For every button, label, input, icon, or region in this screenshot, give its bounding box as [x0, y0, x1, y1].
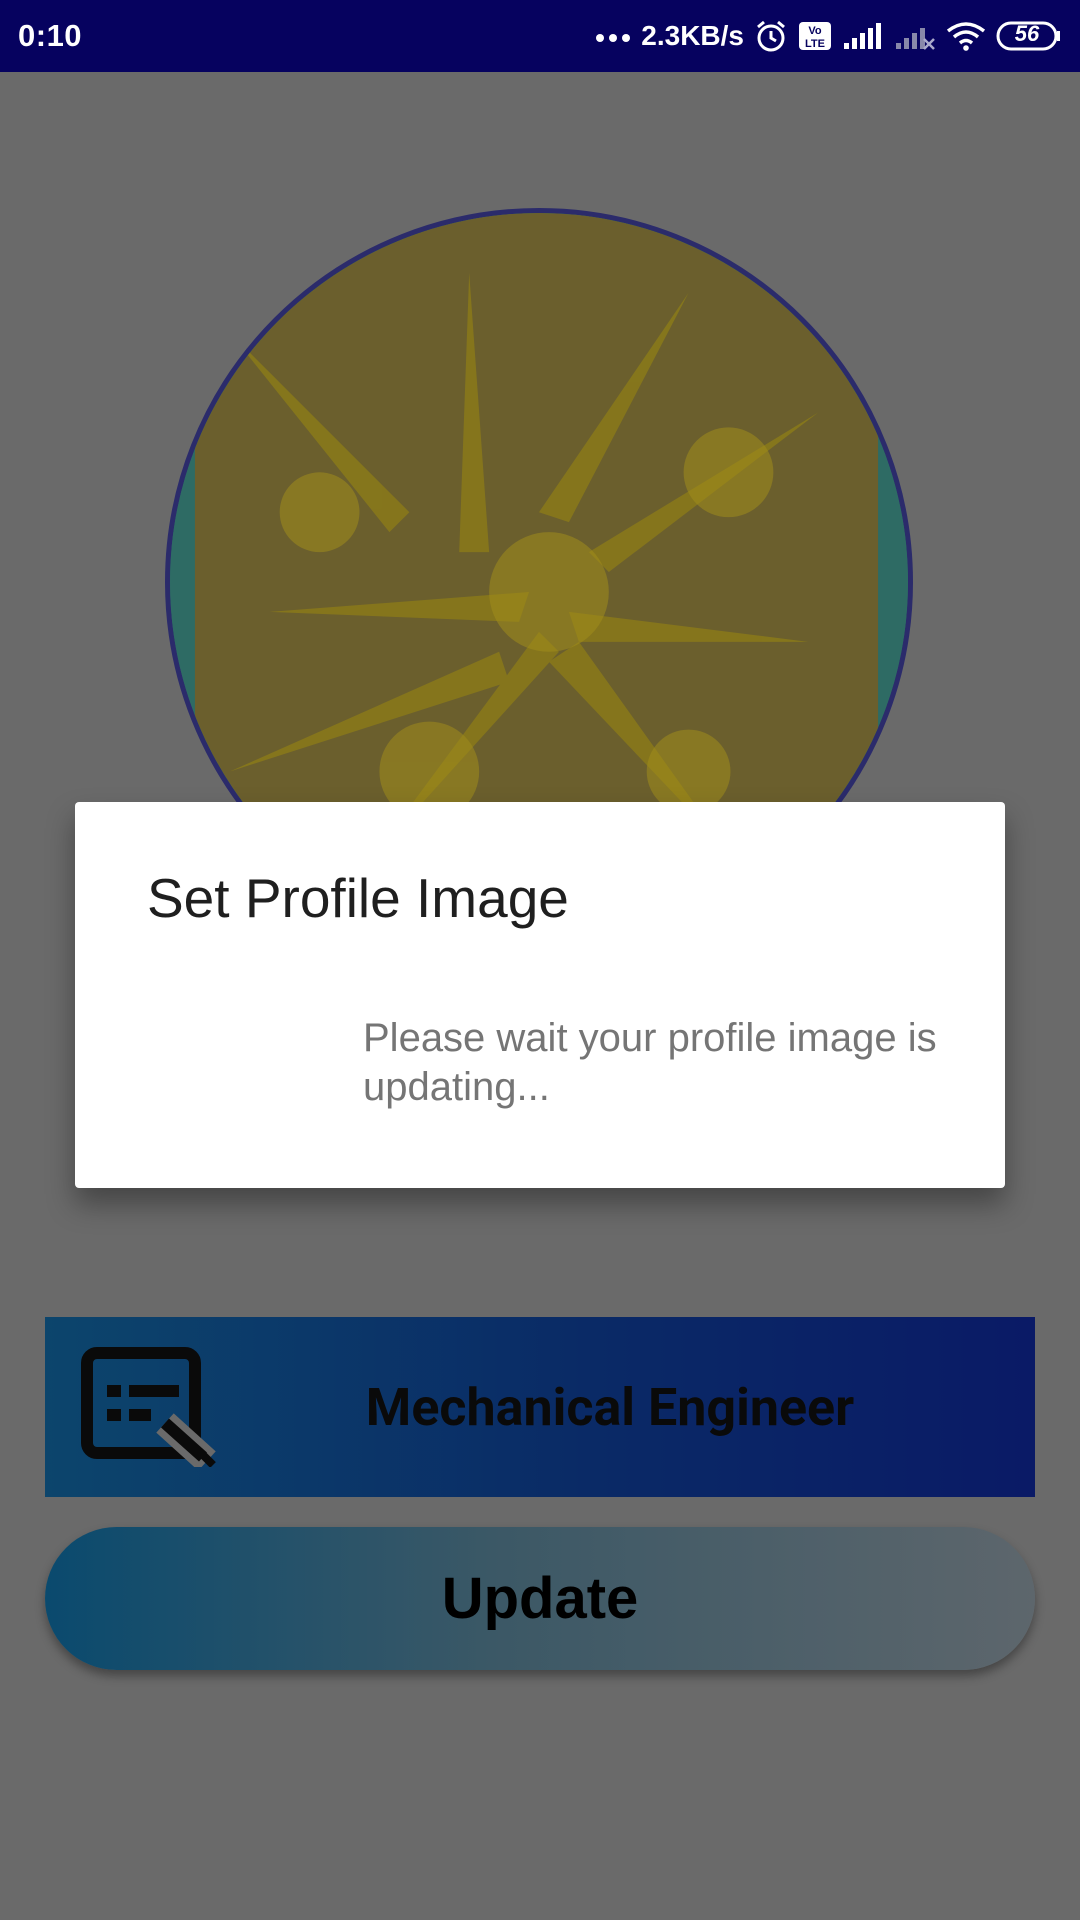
svg-text:Vo: Vo	[808, 25, 822, 37]
more-dots-icon	[595, 30, 631, 42]
alarm-icon	[754, 19, 788, 53]
progress-spinner	[167, 1007, 297, 1137]
progress-dialog: Set Profile Image Please wait your profi…	[75, 802, 1005, 1188]
volte-icon: Vo LTE	[798, 21, 832, 51]
dialog-title: Set Profile Image	[147, 867, 569, 929]
profession-text: Mechanical Engineer	[365, 1376, 855, 1438]
status-icons: 2.3KB/s Vo LTE 56	[595, 19, 1062, 53]
update-button[interactable]: Update	[45, 1527, 1035, 1670]
battery-icon: 56	[996, 20, 1062, 52]
status-bar: 0:10 2.3KB/s Vo LTE 56	[0, 0, 1080, 72]
battery-level: 56	[1014, 21, 1040, 46]
net-speed: 2.3KB/s	[641, 20, 744, 51]
svg-text:LTE: LTE	[805, 38, 825, 50]
profession-row[interactable]: Mechanical Engineer	[45, 1317, 1035, 1497]
status-time: 0:10	[18, 18, 83, 53]
wifi-icon	[946, 21, 986, 51]
dialog-message: Please wait your profile image is updati…	[363, 1016, 937, 1109]
signal-off-icon	[894, 21, 936, 51]
signal-icon	[842, 21, 884, 51]
